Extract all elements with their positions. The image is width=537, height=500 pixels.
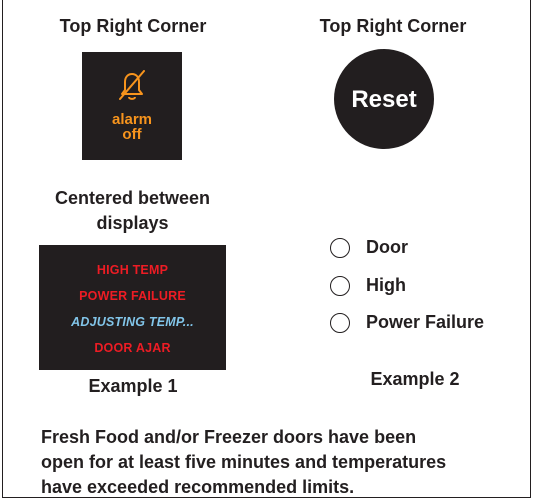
bell-slash-icon <box>119 70 145 100</box>
label-top-right: Top Right Corner <box>319 16 467 36</box>
description-line1: Fresh Food and/or Freezer doors have bee… <box>41 427 417 447</box>
description-line3: have exceeded recommended limits. <box>41 477 355 497</box>
display-line-door-ajar: DOOR AJAR <box>94 341 171 355</box>
indicator-power-failure-light <box>330 313 350 333</box>
status-display: HIGH TEMP POWER FAILURE ADJUSTING TEMP..… <box>39 245 226 370</box>
display-line-high-temp: HIGH TEMP <box>96 263 169 277</box>
label-example-1: Example 1 <box>88 376 178 396</box>
display-line-power-failure: POWER FAILURE <box>79 289 186 303</box>
label-top-left: Top Right Corner <box>59 16 207 36</box>
display-line-adjusting-temp: ADJUSTING TEMP... <box>71 315 194 329</box>
label-centered-line1: Centered between <box>54 188 211 208</box>
indicator-door-light <box>330 238 350 258</box>
indicator-high-light <box>330 276 350 296</box>
label-centered: Centered between displays <box>20 186 245 236</box>
indicator-high-label: High <box>366 275 406 295</box>
alarm-label-line1: alarm <box>111 111 153 128</box>
alarm-label-line2: off <box>122 126 142 143</box>
alarm-off-button[interactable]: alarm off <box>82 52 182 160</box>
label-centered-line2: displays <box>96 213 169 233</box>
reset-button[interactable]: Reset <box>334 49 434 149</box>
reset-button-label: Reset <box>351 86 417 113</box>
indicator-power-failure-label: Power Failure <box>366 312 485 332</box>
alarm-off-label: alarm off <box>82 112 182 142</box>
label-example-2: Example 2 <box>370 369 460 389</box>
description-text: Fresh Food and/or Freezer doors have bee… <box>41 425 535 500</box>
description-line2: open for at least five minutes and tempe… <box>41 452 447 472</box>
indicator-door-label: Door <box>366 237 408 257</box>
